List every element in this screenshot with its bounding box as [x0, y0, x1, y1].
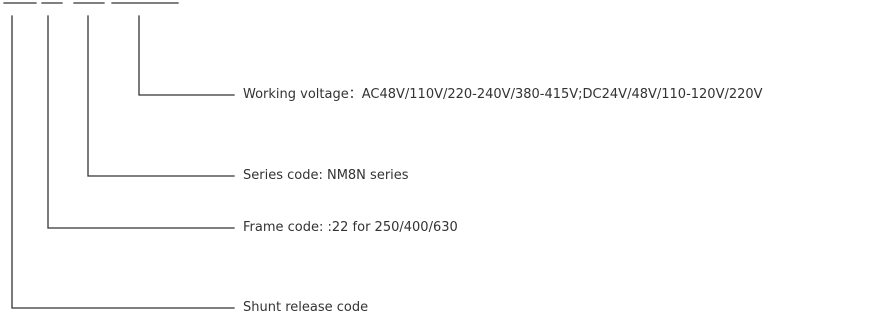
leader-line-shunt-release-code: [11, 15, 235, 309]
shunt-release-code-label: Shunt release code: [243, 300, 369, 315]
working-voltage-label: Working voltage：AC48V/110V/220-240V/380-…: [243, 87, 763, 102]
leader-line-series-code: [87, 15, 235, 177]
leader-line-working-voltage: [138, 15, 235, 96]
model-code-breakdown-diagram: [3, 2, 235, 309]
leader-line-frame-code: [47, 15, 235, 229]
series-code-label: Series code: NM8N series: [243, 168, 409, 183]
frame-code-label: Frame code: :22 for 250/400/630: [243, 220, 458, 235]
